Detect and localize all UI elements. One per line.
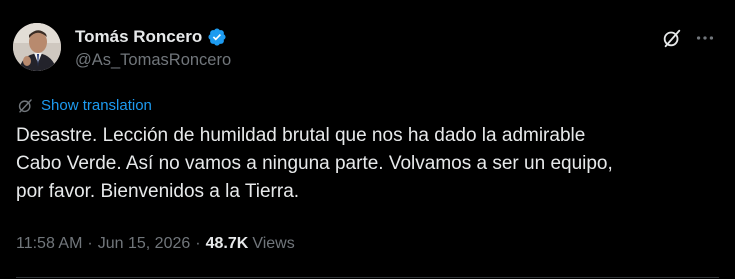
verified-badge-icon[interactable] (207, 27, 227, 47)
meta-separator: · (87, 235, 93, 252)
tweet-time[interactable]: 11:58 AM (16, 235, 82, 253)
show-translation-link[interactable]: Show translation (41, 97, 152, 114)
meta-separator: · (195, 235, 201, 252)
author-name-row: Tomás Roncero (75, 26, 227, 48)
author-display-name[interactable]: Tomás Roncero (75, 27, 202, 47)
tweet-card: Tomás Roncero @As_TomasRoncero Show tran… (0, 0, 735, 279)
views-count: 48.7K (205, 235, 249, 252)
grok-icon[interactable] (661, 27, 683, 49)
views-label: Views (252, 235, 295, 252)
tweet-text: Desastre. Lección de humildad brutal que… (16, 125, 613, 202)
show-translation-row[interactable]: Show translation (16, 95, 152, 115)
tweet-meta: 11:58 AM · Jun 15, 2026 · 48.7K Views (16, 233, 295, 255)
more-options-icon[interactable] (694, 27, 716, 49)
bottom-divider (16, 277, 719, 278)
tweet-date[interactable]: Jun 15, 2026 (98, 235, 191, 253)
author-avatar[interactable] (13, 23, 61, 71)
author-handle[interactable]: @As_TomasRoncero (75, 51, 231, 70)
avatar-photo-icon (13, 23, 61, 71)
translate-icon (18, 98, 32, 113)
